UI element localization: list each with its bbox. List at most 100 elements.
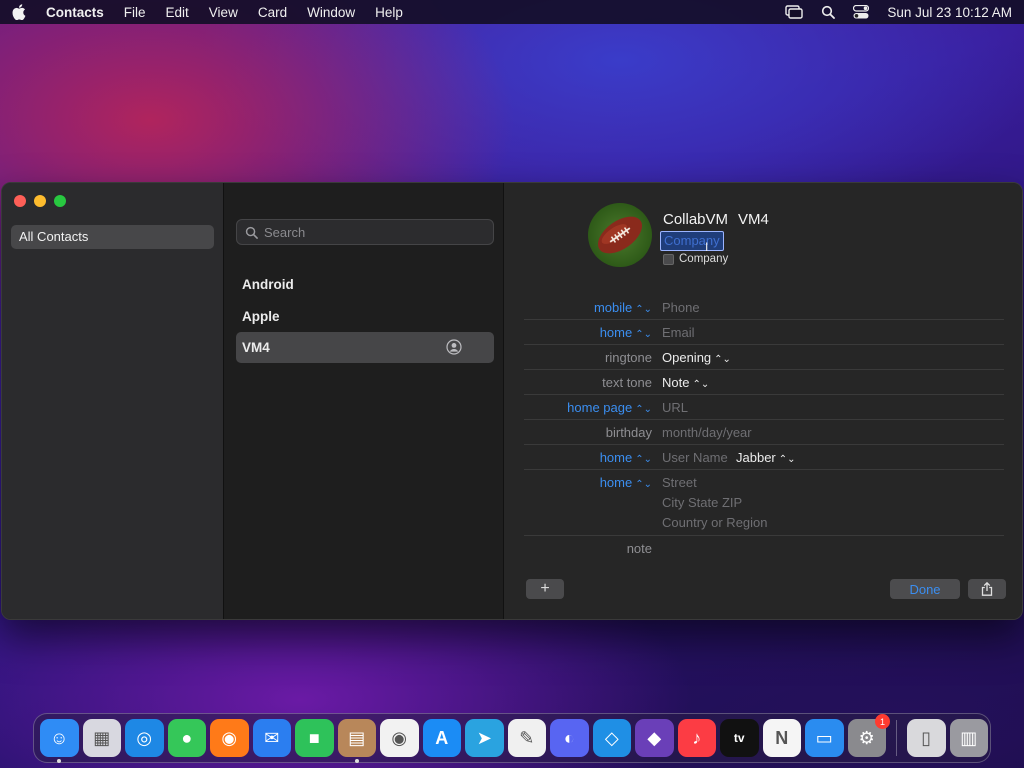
- contact-list-pane: Android Apple VM4: [224, 183, 504, 619]
- share-button[interactable]: [968, 579, 1006, 599]
- system-settings-icon[interactable]: ⚙ 1: [847, 714, 890, 757]
- menu-app-name[interactable]: Contacts: [46, 5, 104, 20]
- checkbox-box[interactable]: [663, 253, 674, 265]
- menu-edit[interactable]: Edit: [166, 5, 189, 20]
- field-label-popup[interactable]: home ⌃⌄: [600, 450, 652, 465]
- spotlight-search-icon[interactable]: [821, 5, 836, 19]
- music-icon[interactable]: ♪: [677, 719, 716, 757]
- field-label: ringtone: [605, 350, 652, 365]
- contact-name-heading[interactable]: CollabVM VM4: [663, 211, 769, 228]
- field-value[interactable]: URL: [662, 400, 688, 415]
- field-home-page[interactable]: home page ⌃⌄ URL: [524, 395, 1004, 420]
- screen-mirroring-icon[interactable]: [785, 5, 804, 19]
- field-label-popup[interactable]: home ⌃⌄: [600, 475, 652, 490]
- dock-glyph: ▤: [348, 727, 366, 748]
- field-value[interactable]: Email: [662, 325, 695, 340]
- visual-studio-icon[interactable]: ◆: [635, 719, 674, 757]
- address-city-state-zip[interactable]: City State ZIP: [662, 495, 742, 510]
- safari-icon[interactable]: ◎: [125, 719, 164, 757]
- contacts-icon[interactable]: ▤: [337, 719, 376, 763]
- news-icon[interactable]: N: [762, 719, 801, 757]
- field-instant-message[interactable]: home ⌃⌄ User Name Jabber ⌃⌄: [524, 445, 1004, 470]
- apple-tv-icon[interactable]: tv: [720, 719, 759, 757]
- field-address[interactable]: home ⌃⌄ Street City State ZIP Country or …: [524, 470, 1004, 536]
- trash-icon[interactable]: ▥: [949, 719, 988, 757]
- dock-separator: [896, 720, 897, 756]
- field-value[interactable]: month/day/year: [662, 425, 752, 440]
- keynote-icon[interactable]: ▭: [805, 719, 844, 757]
- menu-view[interactable]: View: [209, 5, 238, 20]
- field-birthday[interactable]: birthday month/day/year: [524, 420, 1004, 445]
- done-button[interactable]: Done: [890, 579, 960, 599]
- firefox-icon[interactable]: ◉: [210, 719, 249, 757]
- person-icon: [446, 339, 462, 358]
- address-street[interactable]: Street: [662, 475, 697, 490]
- sidebar-item-all-contacts[interactable]: All Contacts: [11, 225, 214, 249]
- messages-icon[interactable]: ●: [167, 719, 206, 757]
- telegram-icon[interactable]: ➤: [465, 719, 504, 757]
- finder-icon[interactable]: ☺: [40, 719, 79, 763]
- dock-glyph: ■: [308, 727, 320, 748]
- dock-glyph: ✎: [519, 727, 535, 748]
- downloads-icon[interactable]: ▯: [907, 719, 946, 757]
- first-name-field[interactable]: CollabVM: [663, 211, 728, 228]
- running-indicator: [57, 759, 62, 763]
- menu-file[interactable]: File: [124, 5, 146, 20]
- dock-glyph: A: [435, 727, 449, 748]
- ringtone-popup[interactable]: Opening ⌃⌄: [662, 350, 731, 365]
- control-center-icon[interactable]: [853, 5, 870, 19]
- vscode-icon[interactable]: ◇: [592, 719, 631, 757]
- dock-glyph: ▦: [93, 727, 111, 748]
- contact-row-apple[interactable]: Apple: [236, 301, 494, 332]
- field-label-popup[interactable]: home page ⌃⌄: [567, 400, 652, 415]
- football-icon: [598, 216, 642, 254]
- contacts-window: All Contacts Android Apple VM4: [1, 182, 1023, 620]
- zoom-window-button[interactable]: [54, 195, 66, 207]
- running-indicator: [354, 759, 359, 763]
- company-checkbox[interactable]: Company: [663, 253, 728, 265]
- im-service-popup[interactable]: Jabber ⌃⌄: [736, 450, 796, 465]
- launchpad-icon[interactable]: ▦: [82, 719, 121, 757]
- minimize-window-button[interactable]: [34, 195, 46, 207]
- menu-window[interactable]: Window: [307, 5, 355, 20]
- menu-clock[interactable]: Sun Jul 23 10:12 AM: [887, 5, 1012, 20]
- field-label-popup[interactable]: home ⌃⌄: [600, 325, 652, 340]
- field-value[interactable]: Phone: [662, 300, 700, 315]
- last-name-field[interactable]: VM4: [738, 211, 769, 228]
- contact-card: CollabVM VM4 Company I Company mobile ⌃⌄ …: [504, 183, 1022, 619]
- text-tone-popup[interactable]: Note ⌃⌄: [662, 375, 709, 390]
- text-cursor-icon: I: [705, 240, 709, 254]
- apple-menu-icon[interactable]: [12, 4, 28, 20]
- field-mobile[interactable]: mobile ⌃⌄ Phone: [524, 295, 1004, 320]
- field-email[interactable]: home ⌃⌄ Email: [524, 320, 1004, 345]
- dock-glyph: ◆: [647, 727, 662, 748]
- mail-icon[interactable]: ✉: [252, 719, 291, 757]
- menu-card[interactable]: Card: [258, 5, 287, 20]
- chrome-icon[interactable]: ◉: [380, 719, 419, 757]
- field-label-popup[interactable]: mobile ⌃⌄: [594, 300, 652, 315]
- field-value[interactable]: User Name: [662, 450, 728, 465]
- add-field-button[interactable]: +: [526, 579, 564, 599]
- company-checkbox-label: Company: [679, 253, 729, 265]
- field-note[interactable]: note: [524, 536, 1004, 561]
- dock-apps: ☺ ▦ ◎ ● ◉ ✉ ■ ▤ ◉ A ➤ ✎ ◐ ◇ ◆ ♪ tv N ▭ ⚙ 1: [40, 714, 890, 763]
- close-window-button[interactable]: [14, 195, 26, 207]
- address-country[interactable]: Country or Region: [662, 515, 768, 530]
- search-input[interactable]: [264, 224, 484, 240]
- dock-glyph: ●: [181, 727, 193, 748]
- contact-avatar[interactable]: [588, 203, 652, 267]
- facetime-icon[interactable]: ■: [295, 719, 334, 757]
- contact-row-vm4[interactable]: VM4: [236, 332, 494, 363]
- app-store-icon[interactable]: A: [422, 719, 461, 757]
- textedit-icon[interactable]: ✎: [507, 719, 546, 757]
- discord-icon[interactable]: ◐: [550, 719, 589, 757]
- menu-help[interactable]: Help: [375, 5, 403, 20]
- field-ringtone: ringtone Opening ⌃⌄: [524, 345, 1004, 370]
- company-input[interactable]: Company: [660, 231, 724, 251]
- field-label: birthday: [605, 425, 652, 440]
- contact-row-android[interactable]: Android: [236, 269, 494, 300]
- search-field[interactable]: [236, 219, 494, 245]
- dock-glyph: ⚙: [858, 727, 875, 748]
- contact-name: Apple: [242, 309, 280, 324]
- field-label: note: [626, 541, 652, 556]
